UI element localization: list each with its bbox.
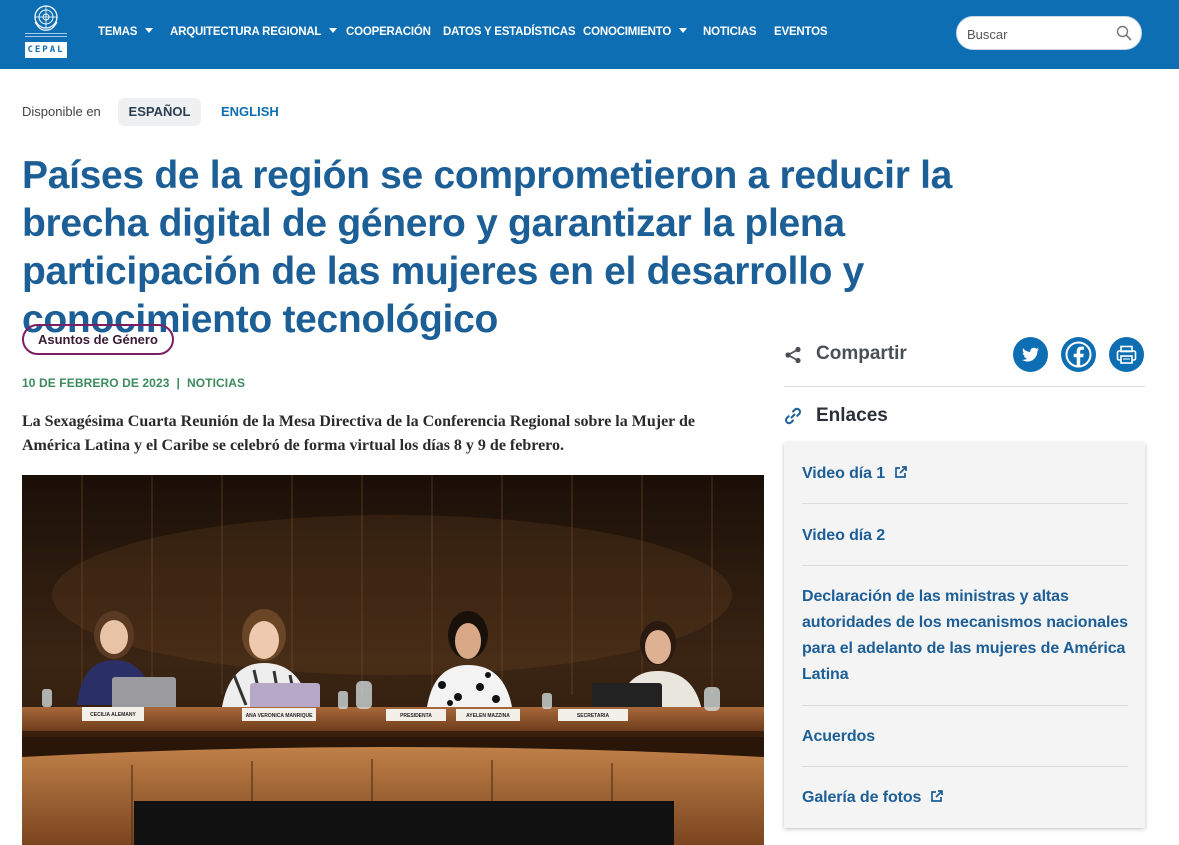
twitter-icon	[1022, 347, 1039, 362]
link-acuerdos-label[interactable]: Acuerdos	[802, 728, 875, 745]
share-section: Compartir	[784, 337, 1145, 387]
un-wordmark-lines	[25, 33, 67, 37]
facebook-icon	[1065, 341, 1092, 368]
article-meta: 10 DE FEBRERO DE 2023 | NOTICIAS	[22, 376, 245, 390]
nav-item-conocimiento[interactable]: CONOCIMIENTO	[583, 24, 688, 40]
language-option-english[interactable]: ENGLISH	[221, 104, 279, 119]
external-link-icon	[931, 790, 944, 802]
search-icon[interactable]	[1116, 25, 1132, 41]
placard-cecilia-alemany: CECILIA ALEMANY	[90, 712, 136, 718]
links-label: Enlaces	[816, 405, 888, 426]
link-icon	[785, 407, 801, 425]
facebook-share-button[interactable]	[1061, 337, 1096, 372]
link-galeria-fotos[interactable]: Galería de fotos	[802, 785, 1128, 821]
article-title: Países de la región se comprometieron a …	[22, 154, 953, 341]
search-input[interactable]	[967, 24, 1107, 44]
share-label: Compartir	[816, 343, 907, 364]
article-category[interactable]: NOTICIAS	[187, 376, 245, 390]
meta-separator: |	[176, 376, 180, 390]
cepal-wordmark: CEPAL	[25, 42, 67, 58]
link-video-dia-1[interactable]: Video día 1	[802, 461, 1128, 504]
placard-secretaria: SECRETARIA	[577, 713, 610, 719]
placard-presidenta: PRESIDENTA	[400, 713, 432, 719]
placard-ana-veronica-manrique: ANA VERONICA MANRIQUE	[246, 713, 314, 719]
placard-ayelen-mazzina: AYELEN MAZZINA	[466, 713, 510, 719]
nav-item-datos-estadisticas[interactable]: DATOS Y ESTADÍSTICAS	[443, 24, 576, 40]
link-acuerdos[interactable]: Acuerdos	[802, 724, 1128, 767]
cepal-logo[interactable]: CEPAL	[25, 4, 67, 58]
chevron-down-icon	[145, 28, 154, 33]
print-button[interactable]	[1109, 337, 1144, 372]
nav-item-eventos[interactable]: EVENTOS	[774, 24, 828, 40]
language-option-espanol[interactable]: ESPAÑOL	[118, 98, 201, 126]
link-video-dia-2-label[interactable]: Video día 2	[802, 527, 885, 544]
nav-item-arquitectura-regional[interactable]: ARQUITECTURA REGIONAL	[170, 24, 338, 40]
article-date: 10 DE FEBRERO DE 2023	[22, 376, 170, 390]
article-lead: La Sexagésima Cuarta Reunión de la Mesa …	[22, 413, 695, 454]
nav-item-temas[interactable]: TEMAS	[98, 24, 154, 40]
meeting-photo-illustration: CECILIA ALEMANY ANA VERONICA MANRIQUE PR…	[22, 475, 764, 845]
language-label: Disponible en	[22, 104, 101, 119]
un-emblem-icon	[34, 5, 58, 31]
link-video-dia-1-label[interactable]: Video día 1	[802, 465, 885, 482]
chevron-down-icon	[329, 28, 338, 33]
nav-item-noticias[interactable]: NOTICIAS	[703, 24, 757, 40]
nav-item-cooperacion[interactable]: COOPERACIÓN	[346, 24, 431, 40]
print-icon	[1116, 345, 1137, 364]
share-icon	[785, 346, 801, 364]
links-list: Video día 1 Video día 2 Declaración de l…	[784, 443, 1145, 828]
chevron-down-icon	[679, 28, 688, 33]
search-box	[956, 16, 1142, 50]
topic-tag[interactable]: Asuntos de Género	[22, 324, 174, 355]
link-video-dia-2[interactable]: Video día 2	[802, 523, 1128, 566]
twitter-share-button[interactable]	[1013, 337, 1048, 372]
link-galeria-fotos-label[interactable]: Galería de fotos	[802, 789, 921, 806]
link-declaracion-ministras-label[interactable]: Declaración de las ministras y altas aut…	[802, 588, 1128, 683]
link-declaracion-ministras[interactable]: Declaración de las ministras y altas aut…	[802, 584, 1128, 706]
external-link-icon	[895, 466, 907, 478]
top-navigation-bar: CEPAL TEMAS ARQUITECTURA REGIONAL COOPER…	[0, 0, 1179, 69]
article-photo: CECILIA ALEMANY ANA VERONICA MANRIQUE PR…	[22, 475, 764, 845]
